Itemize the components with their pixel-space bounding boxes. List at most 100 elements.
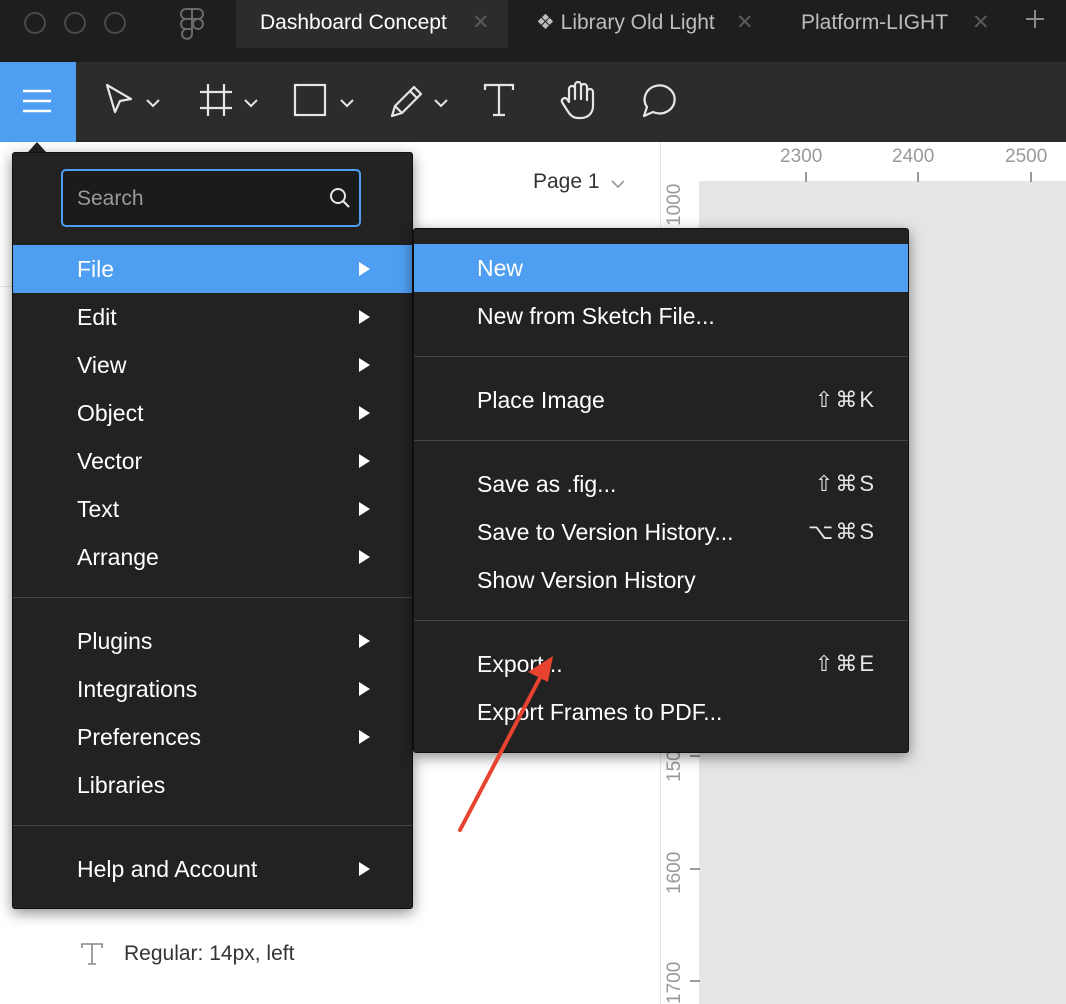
menu-separator [414, 356, 908, 357]
new-tab-button[interactable] [1024, 8, 1046, 35]
menu-item-new-from-sketch[interactable]: New from Sketch File... [414, 292, 908, 340]
tab-platform-light[interactable]: Platform-LIGHT ✕ [780, 0, 1010, 48]
menu-item-export-frames-to-pdf[interactable]: Export Frames to PDF... [414, 688, 908, 736]
search-input[interactable] [75, 183, 319, 215]
menu-item-arrange[interactable]: Arrange [13, 533, 412, 581]
ruler-label: 2300 [780, 146, 823, 167]
menu-item-label: File [77, 256, 115, 282]
menu-item-label: New [477, 255, 524, 281]
menu-separator [13, 825, 412, 826]
frame-tool-icon[interactable] [198, 82, 234, 123]
shortcut-label: ⇧⌘K [814, 387, 876, 412]
chevron-down-icon[interactable] [611, 176, 625, 194]
ruler-label: 1700 [664, 961, 685, 1004]
menu-item-label: Show Version History [477, 567, 696, 593]
menu-item-label: Preferences [77, 724, 202, 750]
chevron-down-icon[interactable] [434, 95, 448, 113]
page-selector[interactable]: Page 1 [533, 170, 600, 194]
chevron-down-icon[interactable] [146, 95, 160, 113]
close-window-button[interactable] [24, 12, 46, 34]
menu-item-preferences[interactable]: Preferences [13, 713, 412, 761]
menu-item-save-to-version-history[interactable]: Save to Version History... ⌥⌘S [414, 508, 908, 556]
close-tab-icon[interactable]: ✕ [972, 0, 990, 46]
text-style-label[interactable]: Regular: 14px, left [124, 942, 294, 966]
tab-label: ❖ Library Old Light [536, 11, 715, 34]
minimize-window-button[interactable] [64, 12, 86, 34]
menu-item-libraries[interactable]: Libraries [13, 761, 412, 809]
menu-item-label: New from Sketch File... [477, 303, 715, 329]
menu-item-help-and-account[interactable]: Help and Account [13, 845, 412, 893]
pen-tool-icon[interactable] [388, 82, 426, 125]
menu-item-label: Save to Version History... [477, 519, 734, 545]
tab-label: Platform-LIGHT [801, 11, 949, 34]
close-tab-icon[interactable]: ✕ [472, 0, 490, 46]
chevron-down-icon[interactable] [340, 95, 354, 113]
menu-item-save-as-fig[interactable]: Save as .fig... ⇧⌘S [414, 460, 908, 508]
submenu-arrow-icon [359, 550, 370, 564]
title-bar: Dashboard Concept ✕ ❖ Library Old Light … [0, 0, 1066, 62]
text-tool-icon[interactable] [482, 82, 516, 123]
menu-item-label: Plugins [77, 628, 153, 654]
menu-item-label: Vector [77, 448, 143, 474]
menu-search[interactable] [61, 169, 361, 227]
menu-item-label: View [77, 352, 127, 378]
ruler-tick [917, 172, 919, 182]
menu-item-plugins[interactable]: Plugins [13, 617, 412, 665]
menu-separator [414, 440, 908, 441]
menu-item-vector[interactable]: Vector [13, 437, 412, 485]
menu-item-label: Help and Account [77, 856, 258, 882]
menu-item-file[interactable]: File [13, 245, 412, 293]
menu-item-new[interactable]: New [414, 244, 908, 292]
submenu-arrow-icon [359, 454, 370, 468]
menu-item-label: Object [77, 400, 144, 426]
menu-item-place-image[interactable]: Place Image ⇧⌘K [414, 376, 908, 424]
shortcut-label: ⌥⌘S [807, 519, 876, 544]
menu-item-edit[interactable]: Edit [13, 293, 412, 341]
shortcut-label: ⇧⌘S [814, 471, 876, 496]
ruler-tick [690, 980, 700, 982]
ruler-label: 2500 [1005, 146, 1048, 167]
submenu-arrow-icon [359, 730, 370, 744]
ruler-tick [690, 755, 700, 757]
menu-item-view[interactable]: View [13, 341, 412, 389]
menu-item-object[interactable]: Object [13, 389, 412, 437]
submenu-arrow-icon [359, 358, 370, 372]
menu-item-export[interactable]: Export... ⇧⌘E [414, 640, 908, 688]
menu-item-label: Integrations [77, 676, 198, 702]
menu-item-text[interactable]: Text [13, 485, 412, 533]
submenu-arrow-icon [359, 862, 370, 876]
rectangle-tool-icon[interactable] [292, 82, 328, 123]
hamburger-icon [23, 89, 51, 113]
ruler-label: 2400 [892, 146, 935, 167]
menu-item-label: Text [77, 496, 120, 522]
main-menu: File Edit View Object Vector Text Arrang… [12, 152, 413, 909]
menu-item-integrations[interactable]: Integrations [13, 665, 412, 713]
menu-caret [28, 142, 46, 152]
menu-item-label: Edit [77, 304, 117, 330]
toolbar [0, 62, 1066, 142]
menu-item-label: Libraries [77, 772, 166, 798]
tab-label: Dashboard Concept [260, 11, 447, 34]
ruler-label: 1600 [664, 851, 685, 894]
move-tool-icon[interactable] [104, 82, 134, 123]
text-style-icon [80, 942, 104, 971]
hand-tool-icon[interactable] [560, 80, 598, 125]
menu-item-show-version-history[interactable]: Show Version History [414, 556, 908, 604]
tab-library-old-light[interactable]: ❖ Library Old Light ✕ [508, 0, 780, 48]
search-icon[interactable] [329, 187, 351, 214]
tab-dashboard-concept[interactable]: Dashboard Concept ✕ [236, 0, 508, 48]
menu-item-label: Export... [477, 651, 563, 677]
submenu-arrow-icon [359, 502, 370, 516]
menu-separator [414, 620, 908, 621]
zoom-window-button[interactable] [104, 12, 126, 34]
file-submenu: New New from Sketch File... Place Image … [413, 228, 909, 753]
menu-item-label: Arrange [77, 544, 159, 570]
ruler-tick [805, 172, 807, 182]
ruler-tick [1030, 172, 1032, 182]
figma-logo-icon[interactable] [178, 8, 206, 47]
submenu-arrow-icon [359, 262, 370, 276]
chevron-down-icon[interactable] [244, 95, 258, 113]
main-menu-button[interactable] [0, 62, 76, 142]
close-tab-icon[interactable]: ✕ [736, 0, 754, 46]
comment-tool-icon[interactable] [638, 82, 678, 125]
